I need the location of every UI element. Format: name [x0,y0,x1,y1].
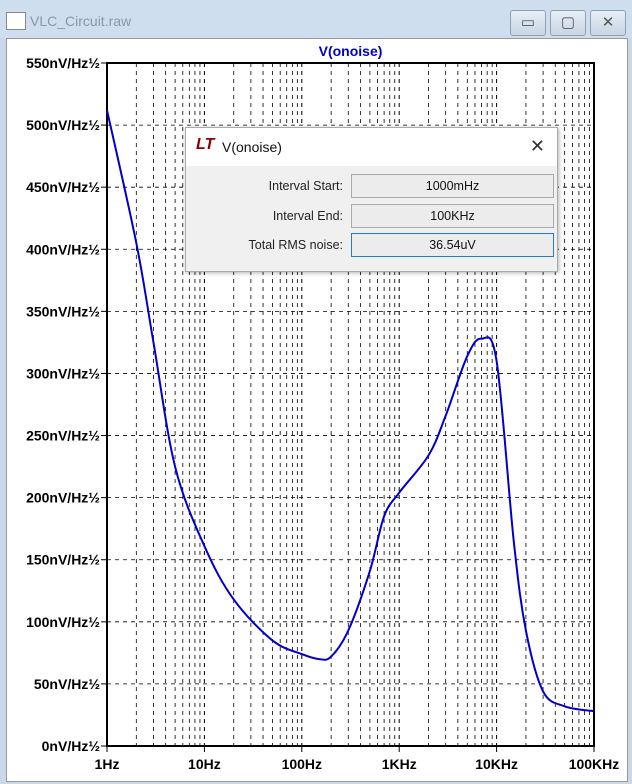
dialog-close-button[interactable]: ✕ [530,136,545,157]
y-tick-label: 200nV/Hz½ [26,490,100,506]
noise-integration-dialog: LT V(onoise) ✕ Interval Start: 1000mHz I… [185,127,558,272]
interval-end-field[interactable]: 100KHz [351,204,554,228]
dialog-title: V(onoise) [222,139,282,155]
interval-start-row: Interval Start: 1000mHz [186,174,557,198]
close-button[interactable]: ✕ [590,10,626,36]
y-tick-label: 550nV/Hz½ [26,55,100,71]
y-tick-label: 350nV/Hz½ [26,303,100,319]
x-tick-label: 100KHz [569,756,620,772]
ltspice-logo-icon: LT [196,136,215,153]
y-tick-label: 500nV/Hz½ [26,117,100,133]
y-tick-label: 100nV/Hz½ [26,614,100,630]
minimize-button[interactable]: ▭ [510,10,546,36]
y-tick-label: 0nV/Hz½ [42,738,101,754]
interval-start-field[interactable]: 1000mHz [351,174,554,198]
y-tick-label: 50nV/Hz½ [34,676,100,692]
total-rms-label: Total RMS noise: [248,238,343,252]
y-tick-label: 300nV/Hz½ [26,365,100,381]
window-title: VLC_Circuit.raw [30,13,132,29]
x-tick-label: 100Hz [282,756,322,772]
waveform-app-icon [6,12,26,30]
interval-start-label: Interval Start: [268,179,343,193]
total-rms-row: Total RMS noise: 36.54uV [186,233,557,257]
x-tick-label: 10Hz [188,756,221,772]
total-rms-field[interactable]: 36.54uV [351,233,554,257]
y-tick-label: 450nV/Hz½ [26,179,100,195]
y-tick-label: 250nV/Hz½ [26,428,100,444]
x-tick-label: 1Hz [95,756,120,772]
y-tick-label: 150nV/Hz½ [26,552,100,568]
x-tick-label: 1KHz [382,756,417,772]
interval-end-row: Interval End: 100KHz [186,204,557,228]
maximize-button[interactable]: ▢ [550,10,586,36]
chart-title: V(onoise) [319,43,383,59]
interval-end-label: Interval End: [272,209,343,223]
title-bar: VLC_Circuit.raw ▭ ▢ ✕ [0,0,632,38]
x-tick-label: 10KHz [475,756,518,772]
y-tick-label: 400nV/Hz½ [26,241,100,257]
